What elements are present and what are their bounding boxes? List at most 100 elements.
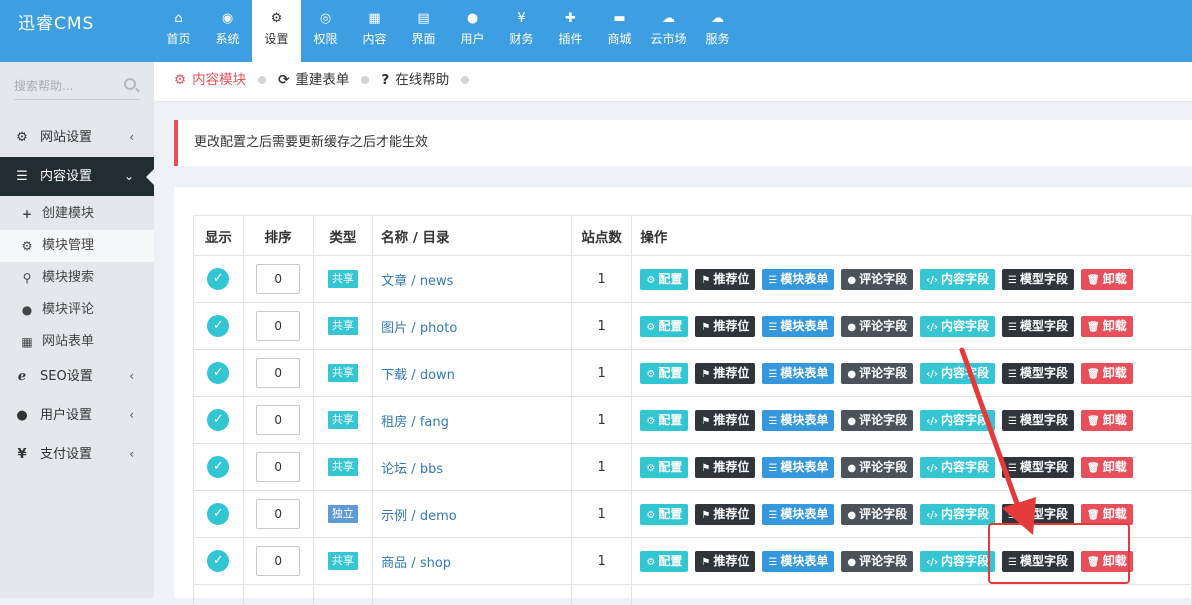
comment-field-button[interactable]: ● 评论字段 [841, 362, 914, 384]
model-field-button[interactable]: ☰ 模型字段 [1002, 503, 1075, 525]
recommend-button[interactable]: ⚑ 推荐位 [695, 409, 756, 431]
model-field-button[interactable]: ☰ 模型字段 [1002, 315, 1075, 337]
order-input[interactable]: 0 [256, 546, 301, 576]
content-field-button[interactable]: ‹/› 内容字段 [920, 315, 996, 337]
module-name-link[interactable]: 租房 / fang [381, 415, 449, 430]
check-circle-icon[interactable]: ✓ [207, 268, 230, 290]
uninstall-button[interactable]: 🗑 卸载 [1081, 362, 1133, 384]
content-field-button[interactable]: ‹/› 内容字段 [920, 456, 996, 478]
check-circle-icon[interactable]: ✓ [207, 362, 230, 384]
comment-field-button[interactable]: ● 评论字段 [841, 409, 914, 431]
module-name-link[interactable]: 图片 / photo [381, 321, 457, 336]
nav-item-2[interactable]: ⚙ 设置 [252, 0, 301, 62]
module-form-button[interactable]: ☰ 模块表单 [762, 409, 835, 431]
config-button[interactable]: ⚙ 配置 [640, 456, 689, 478]
config-button[interactable]: ⚙ 配置 [640, 503, 689, 525]
uninstall-button[interactable]: 🗑 卸载 [1081, 456, 1133, 478]
config-button[interactable]: ⚙ 配置 [640, 550, 689, 572]
order-input[interactable]: 0 [256, 452, 301, 482]
check-circle-icon[interactable]: ✓ [207, 550, 230, 572]
content-field-button[interactable]: ‹/› 内容字段 [920, 550, 996, 572]
model-field-button[interactable]: ☰ 模型字段 [1002, 362, 1075, 384]
nav-item-1[interactable]: ◉ 系统 [203, 0, 252, 62]
content-field-button[interactable]: ‹/› 内容字段 [920, 268, 996, 290]
nav-item-7[interactable]: ¥ 财务 [497, 0, 546, 62]
comment-field-button[interactable]: ● 评论字段 [841, 550, 914, 572]
sidebar-item-1[interactable]: ☰ 内容设置 ⌄ [0, 157, 154, 196]
nav-item-11[interactable]: ☁ 服务 [693, 0, 742, 62]
module-name-link[interactable]: 下载 / down [381, 368, 455, 383]
nav-item-0[interactable]: ⌂ 首页 [154, 0, 203, 62]
order-input[interactable]: 0 [256, 499, 301, 529]
module-form-button[interactable]: ☰ 模块表单 [762, 268, 835, 290]
check-circle-icon[interactable]: ✓ [207, 503, 230, 525]
module-form-button[interactable]: ☰ 模块表单 [762, 503, 835, 525]
sidebar-item-3[interactable]: ● 用户设置 ‹ [0, 396, 154, 435]
sidebar-item-0[interactable]: ⚙ 网站设置 ‹ [0, 118, 154, 157]
config-button[interactable]: ⚙ 配置 [640, 315, 689, 337]
uninstall-button[interactable]: 🗑 卸载 [1081, 503, 1133, 525]
nav-item-10[interactable]: ☁ 云市场 [644, 0, 693, 62]
config-button[interactable]: ⚙ 配置 [640, 409, 689, 431]
recommend-button[interactable]: ⚑ 推荐位 [695, 315, 756, 337]
module-name-link[interactable]: 商品 / shop [381, 556, 451, 571]
module-form-button[interactable]: ☰ 模块表单 [762, 456, 835, 478]
check-circle-icon[interactable]: ✓ [207, 456, 230, 478]
content-field-button[interactable]: ‹/› 内容字段 [920, 503, 996, 525]
sidebar-subitem-4[interactable]: ▦ 网站表单 [0, 326, 154, 358]
breadcrumb-item-2[interactable]: ? 在线帮助 [381, 62, 449, 98]
comment-field-button[interactable]: ● 评论字段 [841, 268, 914, 290]
sidebar-subitem-0[interactable]: + 创建模块 [0, 198, 154, 230]
nav-item-4[interactable]: ▦ 内容 [350, 0, 399, 62]
uninstall-button[interactable]: 🗑 卸载 [1081, 315, 1133, 337]
action-label: 配置 [658, 553, 683, 568]
order-input[interactable]: 0 [256, 311, 301, 341]
breadcrumb-item-0[interactable]: ⚙ 内容模块 [174, 62, 246, 98]
order-input[interactable]: 0 [256, 358, 301, 388]
comments-icon: ● [21, 303, 33, 317]
recommend-button[interactable]: ⚑ 推荐位 [695, 268, 756, 290]
config-button[interactable]: ⚙ 配置 [640, 362, 689, 384]
content-field-button[interactable]: ‹/› 内容字段 [920, 362, 996, 384]
nav-item-8[interactable]: ✚ 插件 [546, 0, 595, 62]
config-button[interactable]: ⚙ 配置 [640, 268, 689, 290]
model-field-button[interactable]: ☰ 模型字段 [1002, 409, 1075, 431]
sidebar-subitem-3[interactable]: ● 模块评论 [0, 294, 154, 326]
model-field-button[interactable]: ☰ 模型字段 [1002, 456, 1075, 478]
check-circle-icon[interactable]: ✓ [207, 315, 230, 337]
nav-item-3[interactable]: ◎ 权限 [301, 0, 350, 62]
comment-field-button[interactable]: ● 评论字段 [841, 315, 914, 337]
recommend-button[interactable]: ⚑ 推荐位 [695, 503, 756, 525]
order-input[interactable]: 0 [256, 264, 301, 294]
nav-item-5[interactable]: ▤ 界面 [399, 0, 448, 62]
recommend-button[interactable]: ⚑ 推荐位 [695, 550, 756, 572]
nav-item-9[interactable]: ▬ 商城 [595, 0, 644, 62]
app-logo[interactable]: 迅睿CMS [0, 0, 154, 62]
sidebar-subitem-1[interactable]: ⚙ 模块管理 [0, 230, 154, 262]
module-name-link[interactable]: 论坛 / bbs [381, 462, 443, 477]
comment-icon: ● [847, 368, 857, 380]
module-name-link[interactable]: 文章 / news [381, 274, 453, 289]
sidebar-subitem-2[interactable]: ⚲ 模块搜索 [0, 262, 154, 294]
comment-field-button[interactable]: ● 评论字段 [841, 456, 914, 478]
module-name-link[interactable]: 示例 / demo [381, 509, 457, 524]
module-form-button[interactable]: ☰ 模块表单 [762, 550, 835, 572]
search-icon[interactable] [124, 78, 136, 90]
sidebar-item-2[interactable]: ℯ SEO设置 ‹ [0, 357, 154, 396]
recommend-button[interactable]: ⚑ 推荐位 [695, 362, 756, 384]
uninstall-button[interactable]: 🗑 卸载 [1081, 409, 1133, 431]
recommend-button[interactable]: ⚑ 推荐位 [695, 456, 756, 478]
help-search-input[interactable]: 搜索帮助... [14, 76, 140, 100]
nav-item-6[interactable]: ● 用户 [448, 0, 497, 62]
comment-field-button[interactable]: ● 评论字段 [841, 503, 914, 525]
list-icon: ☰ [768, 321, 778, 333]
module-form-button[interactable]: ☰ 模块表单 [762, 362, 835, 384]
module-form-button[interactable]: ☰ 模块表单 [762, 315, 835, 337]
order-input[interactable]: 0 [256, 405, 301, 435]
check-circle-icon[interactable]: ✓ [207, 409, 230, 431]
content-field-button[interactable]: ‹/› 内容字段 [920, 409, 996, 431]
sidebar-item-4[interactable]: ¥ 支付设置 ‹ [0, 435, 154, 474]
model-field-button[interactable]: ☰ 模型字段 [1002, 268, 1075, 290]
uninstall-button[interactable]: 🗑 卸载 [1081, 268, 1133, 290]
breadcrumb-item-1[interactable]: ⟳ 重建表单 [278, 62, 349, 98]
